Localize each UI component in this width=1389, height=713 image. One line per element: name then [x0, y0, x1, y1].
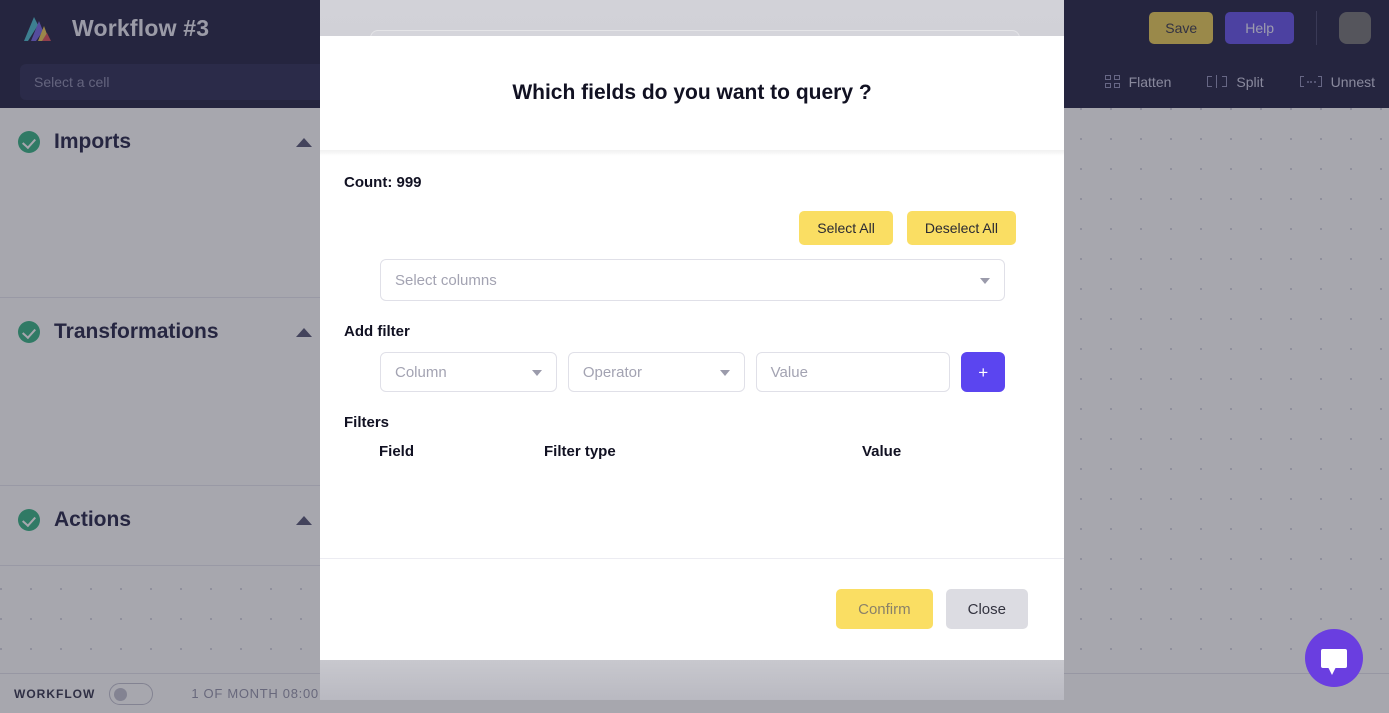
- filters-col-field: Field: [379, 443, 415, 460]
- filter-column-placeholder: Column: [395, 363, 447, 381]
- add-filter-heading: Add filter: [344, 323, 410, 340]
- modal-title: Which fields do you want to query ?: [512, 81, 872, 104]
- add-filter-row: Column Operator Value +: [344, 352, 1040, 392]
- select-columns-placeholder: Select columns: [395, 271, 497, 289]
- filter-operator-placeholder: Operator: [582, 363, 643, 381]
- chevron-down-icon: [980, 278, 990, 284]
- deselect-all-button[interactable]: Deselect All: [906, 211, 1016, 245]
- modal-body: Count: 999 Select All Deselect All Selec…: [320, 150, 1064, 558]
- record-count: Count: 999: [344, 174, 422, 191]
- modal-header: Which fields do you want to query ?: [320, 36, 1064, 150]
- filters-col-type: Filter type: [544, 443, 616, 460]
- app-root: Workflow #3 Save Help Select a cell Flat…: [0, 0, 1389, 713]
- chevron-down-icon: [531, 370, 542, 376]
- chat-bubble-icon: [1321, 648, 1347, 675]
- filter-value-placeholder: Value: [770, 363, 808, 381]
- select-columns-dropdown[interactable]: Select columns: [380, 259, 1005, 301]
- chevron-down-icon: [719, 370, 730, 376]
- confirm-button[interactable]: Confirm: [836, 589, 933, 629]
- modal-footer: Confirm Close: [320, 558, 1064, 660]
- filters-heading: Filters: [344, 414, 390, 431]
- query-fields-modal: Which fields do you want to query ? Coun…: [320, 0, 1064, 700]
- filters-table-header: Field Filter type Value: [344, 443, 1040, 460]
- columns-field-row: Select columns: [344, 259, 1040, 301]
- filters-col-value: Value: [862, 443, 902, 460]
- filter-column-dropdown[interactable]: Column: [380, 352, 557, 392]
- chat-bubble-button[interactable]: [1305, 629, 1363, 687]
- modal-bottom-plate: [320, 660, 1064, 700]
- select-all-button[interactable]: Select All: [799, 211, 893, 245]
- filter-value-input[interactable]: Value: [755, 352, 951, 392]
- selection-buttons: Select All Deselect All: [344, 211, 1040, 245]
- close-button[interactable]: Close: [945, 589, 1028, 629]
- filter-operator-dropdown[interactable]: Operator: [567, 352, 745, 392]
- add-filter-button[interactable]: +: [961, 352, 1005, 392]
